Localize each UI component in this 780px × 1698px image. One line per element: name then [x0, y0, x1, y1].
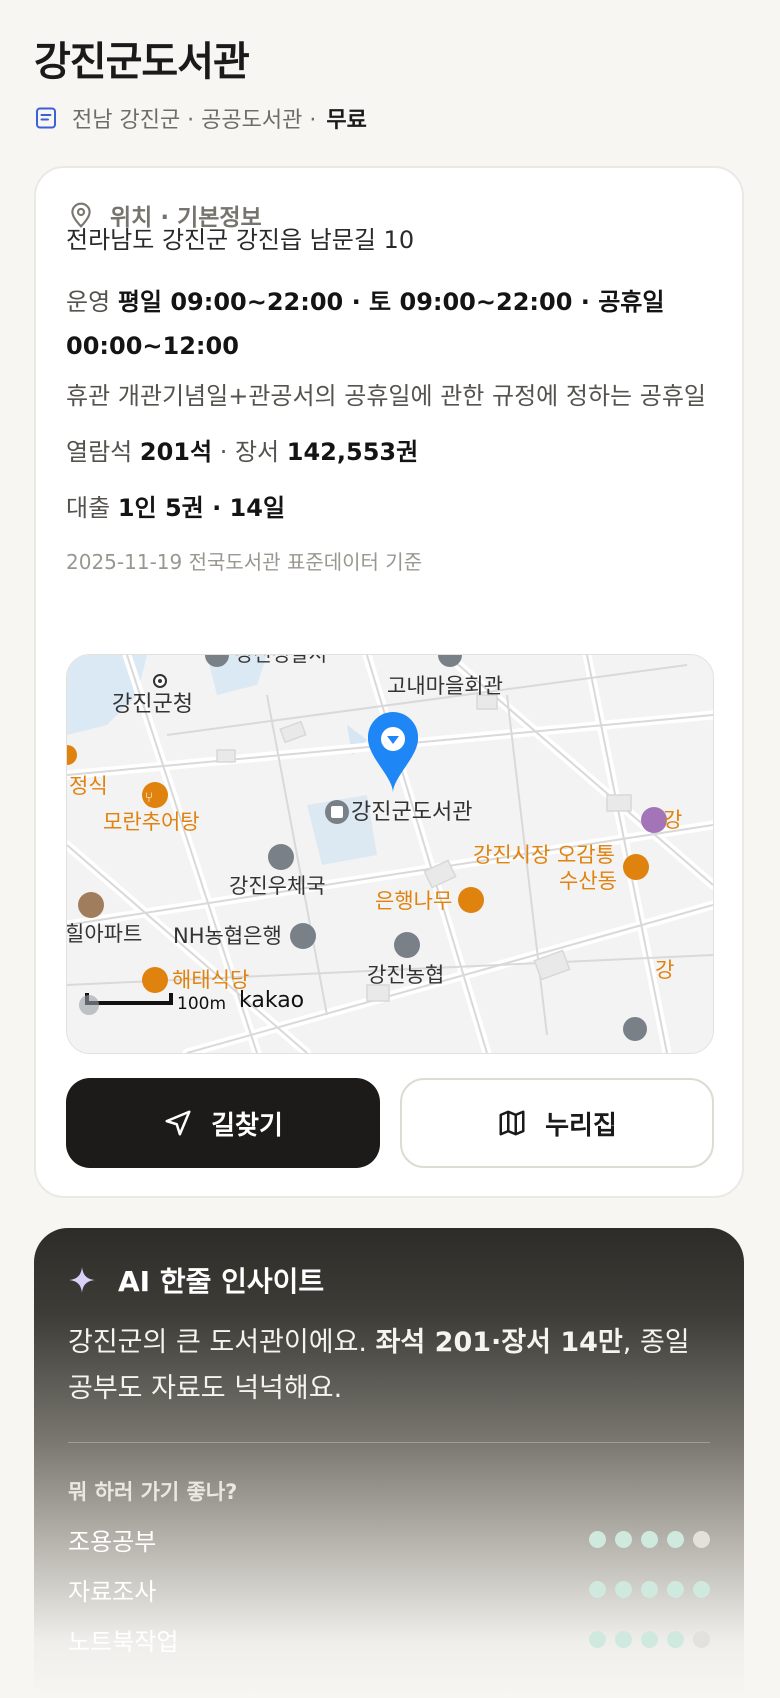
rating-dot-filled: [615, 1530, 632, 1548]
sparkle-icon: [69, 1267, 95, 1293]
map-label-market: 강진시장 오감통: [473, 843, 615, 867]
map-label-top-cut: 강진경찰서: [235, 655, 327, 666]
rating-row-quiet-study: 조용공부: [68, 1522, 710, 1556]
loan-row: 대출 1인 5권 · 14일: [66, 486, 712, 530]
books-label: · 장서: [219, 438, 280, 466]
rating-label: 노트북작업: [68, 1627, 179, 1656]
rating-dot-filled: [667, 1580, 684, 1598]
map-icon: [499, 1110, 525, 1136]
library-meta: 전남 강진군 · 공공도서관 · 무료: [34, 102, 746, 134]
map-label-right-cut2: 강: [655, 958, 674, 982]
rating-dot-filled: [589, 1580, 606, 1598]
ai-divider: [68, 1442, 710, 1443]
seats-label: 열람석: [66, 438, 133, 466]
rating-dot-filled: [589, 1530, 606, 1548]
map-label-nh: NH농협은행: [173, 924, 282, 948]
data-source-date: 2025-11-19 전국도서관 표준데이터 기준: [66, 550, 423, 574]
ai-insight-text: 강진군의 큰 도서관이에요. 좌석 201·장서 14만, 종일 공부도 자료도…: [68, 1320, 704, 1412]
ai-insight-header: AI 한줄 인사이트: [68, 1260, 324, 1300]
rating-dot-filled: [589, 1630, 606, 1648]
ai-text-highlight: 좌석 201·장서 14만: [375, 1327, 623, 1358]
map-label-library: 강진군도서관: [351, 800, 472, 825]
directions-button[interactable]: 길찾기: [66, 1078, 380, 1168]
closed-value: 개관기념일+관공서의 공휴일에 관한 규정에 정하는 공휴일: [117, 382, 706, 410]
rating-dot-filled: [667, 1630, 684, 1648]
rating-dots: [589, 1630, 710, 1648]
ai-question: 뭐 하러 가기 좋나?: [68, 1480, 238, 1504]
rating-dot-filled: [615, 1630, 632, 1648]
loan-value: 1인 5권 · 14일: [117, 494, 286, 522]
rating-label: 조용공부: [68, 1527, 157, 1556]
map-logo: kakao: [239, 988, 304, 1013]
svg-text:⑂: ⑂: [145, 790, 153, 806]
navigation-arrow-icon: [165, 1110, 191, 1136]
rating-row-research: 자료조사: [68, 1572, 710, 1606]
map-label-haetae: 해태식당: [172, 968, 249, 992]
rating-dot-empty: [693, 1630, 710, 1648]
hours-value: 평일 09:00~22:00 · 토 09:00~22:00 · 공휴일 00:…: [66, 288, 665, 360]
map-label-post: 강진우체국: [229, 874, 326, 898]
rating-dot-filled: [667, 1530, 684, 1548]
ai-text-pre: 강진군의 큰 도서관이에요.: [68, 1327, 376, 1358]
seats-value: 201석: [139, 438, 213, 466]
rating-dot-filled: [641, 1630, 658, 1648]
rating-dot-filled: [615, 1580, 632, 1598]
closed-label: 휴관: [66, 382, 111, 410]
closed-row: 휴관 개관기념일+관공서의 공휴일에 관한 규정에 정하는 공휴일: [66, 374, 712, 418]
books-value: 142,553권: [286, 438, 419, 466]
map-label-cut-restaurant: 정식: [69, 774, 108, 798]
map-label-ginkgo: 은행나무: [375, 889, 452, 913]
map-label-gov: 강진군청: [112, 692, 193, 717]
map-label-moran: 모란추어탕: [103, 810, 200, 834]
hours-row: 운영 평일 09:00~22:00 · 토 09:00~22:00 · 공휴일 …: [66, 280, 712, 368]
capacity-row: 열람석 201석 · 장서 142,553권: [66, 430, 712, 474]
map-label-village-hall: 고내마을회관: [387, 674, 503, 698]
map-label-right-cut: 강: [663, 808, 682, 832]
map-label-nonghyup: 강진농협: [367, 963, 444, 987]
rating-dot-filled: [641, 1580, 658, 1598]
page-header: 강진군도서관 전남 강진군 · 공공도서관 · 무료: [34, 36, 746, 134]
rating-dots: [589, 1530, 710, 1548]
map-scale-label: 100m: [177, 994, 226, 1014]
rating-dot-filled: [641, 1530, 658, 1548]
address-text: 전라남도 강진군 강진읍 남문길 10: [66, 226, 415, 254]
location-map[interactable]: 강진군청 강진경찰서 고내마을회관 정식 ⑂ 모란추어탕 강진군도서관 강진우체…: [66, 654, 714, 1054]
rating-dot-empty: [693, 1530, 710, 1548]
homepage-button[interactable]: 누리집: [400, 1078, 714, 1168]
rating-dots: [589, 1580, 710, 1598]
rating-label: 자료조사: [68, 1577, 157, 1606]
ai-insight-title: AI 한줄 인사이트: [118, 1265, 325, 1298]
ai-insight-card: AI 한줄 인사이트 강진군의 큰 도서관이에요. 좌석 201·장서 14만,…: [34, 1228, 744, 1698]
rating-dot-filled: [693, 1580, 710, 1598]
document-icon: [36, 107, 56, 129]
rating-row-laptop-work: 노트북작업: [68, 1622, 710, 1656]
map-label-market2: 수산동: [559, 869, 617, 893]
map-label-apt: 힐아파트: [67, 922, 142, 946]
hours-label: 운영: [66, 288, 111, 316]
homepage-button-label: 누리집: [545, 1110, 617, 1141]
directions-button-label: 길찾기: [211, 1110, 283, 1141]
loan-label: 대출: [66, 494, 111, 522]
library-region-type: 전남 강진군 · 공공도서관 ·: [72, 108, 317, 133]
info-card: 위치 · 기본정보 전라남도 강진군 강진읍 남문길 10 운영 평일 09:0…: [34, 166, 744, 1198]
page-title: 강진군도서관: [34, 39, 250, 85]
fee-badge: 무료: [326, 108, 367, 133]
